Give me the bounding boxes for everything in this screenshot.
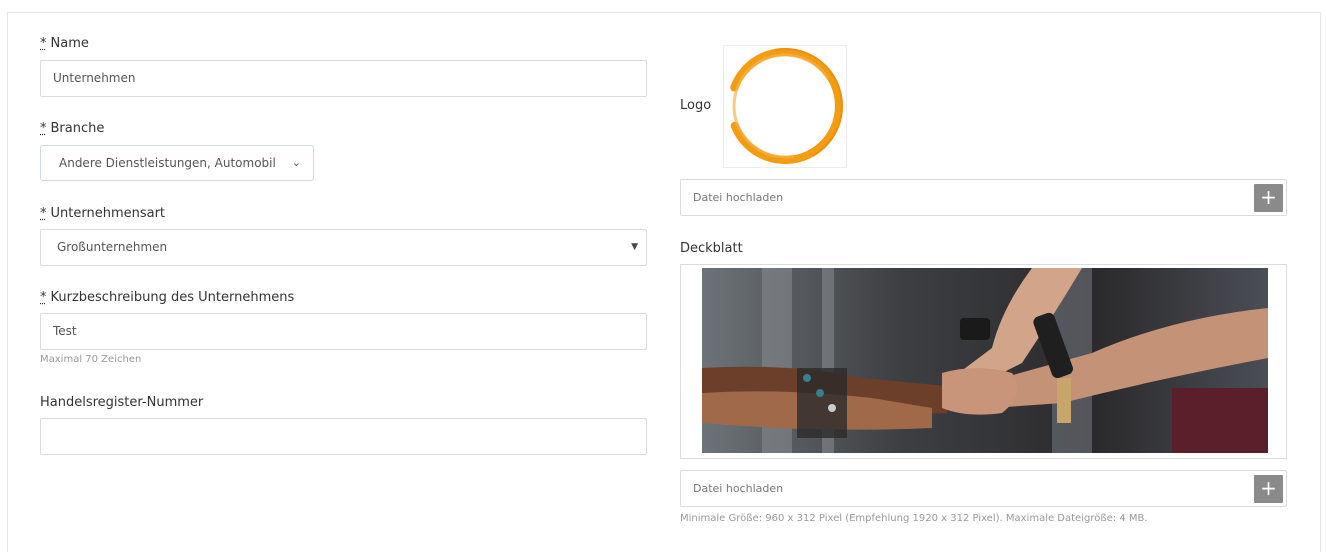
- kurzbeschreibung-label: * Kurzbeschreibung des Unternehmens: [40, 290, 295, 305]
- cover-upload-field[interactable]: Datei hochladen +: [680, 470, 1287, 507]
- name-input[interactable]: Unternehmen: [40, 60, 647, 97]
- logo-upload-placeholder: Datei hochladen: [693, 191, 784, 204]
- logo-label: Logo: [680, 98, 712, 113]
- unternehmensart-select[interactable]: Großunternehmen ▼: [40, 229, 647, 266]
- kurzbeschreibung-input[interactable]: Test: [40, 313, 647, 350]
- branche-label: * Branche: [40, 121, 105, 136]
- branche-selected-value: Andere Dienstleistungen, Automobil: [59, 156, 276, 170]
- logo-upload-field[interactable]: Datei hochladen +: [680, 179, 1287, 216]
- cover-preview: [680, 264, 1287, 459]
- required-mark: *: [40, 290, 47, 305]
- logo-image: [727, 47, 843, 164]
- chevron-down-icon: ⌄: [291, 156, 301, 169]
- cover-upload-plus-button[interactable]: +: [1254, 475, 1283, 503]
- name-label: * Name: [40, 36, 89, 51]
- cover-image: [702, 268, 1268, 453]
- cover-label: Deckblatt: [680, 241, 743, 256]
- handelsregister-input[interactable]: [40, 418, 647, 455]
- cover-help: Minimale Größe: 960 x 312 Pixel (Empfehl…: [680, 513, 1148, 524]
- branche-select[interactable]: Andere Dienstleistungen, Automobil ⌄: [40, 145, 314, 181]
- kurzbeschreibung-help: Maximal 70 Zeichen: [40, 354, 142, 365]
- caret-down-icon: ▼: [631, 242, 638, 252]
- unternehmensart-label: * Unternehmensart: [40, 206, 166, 221]
- required-mark: *: [40, 206, 47, 221]
- required-mark: *: [40, 121, 47, 136]
- unternehmensart-selected-value: Großunternehmen: [57, 240, 168, 254]
- handelsregister-label: Handelsregister-Nummer: [40, 395, 204, 410]
- logo-preview: [723, 45, 847, 168]
- cover-upload-placeholder: Datei hochladen: [693, 482, 784, 495]
- required-mark: *: [40, 36, 47, 51]
- logo-upload-plus-button[interactable]: +: [1254, 184, 1283, 212]
